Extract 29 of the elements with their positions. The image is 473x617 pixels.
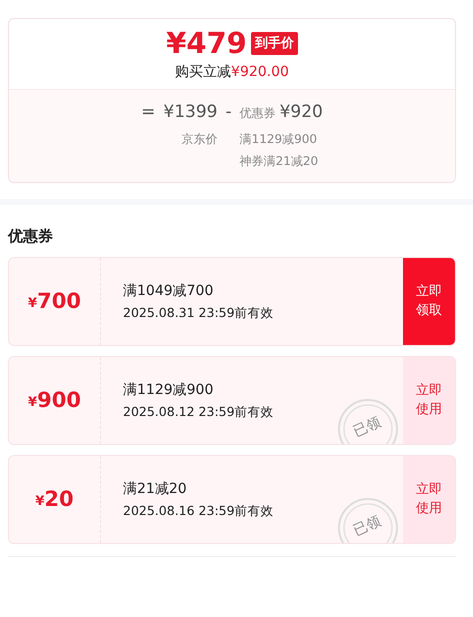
equals-sign: = — [141, 101, 156, 124]
original-price: ¥1399 — [163, 101, 218, 124]
claimed-stamp: 已领 — [337, 497, 399, 543]
coupon-label: 优惠券 — [240, 104, 276, 122]
use-button[interactable]: 立即使用 — [403, 456, 455, 543]
coupon-expiry: 2025.08.16 23:59前有效 — [123, 502, 274, 520]
coupon-amount: 20 — [44, 486, 74, 513]
coupon-detail: 满1129减900 — [240, 130, 318, 148]
coupon-title: 满1129减900 — [123, 380, 214, 400]
coupon-expiry: 2025.08.12 23:59前有效 — [123, 402, 274, 421]
claim-button[interactable]: 立即领取 — [403, 258, 455, 345]
price-tag: 到手价 — [250, 32, 298, 56]
use-button[interactable]: 立即使用 — [403, 357, 455, 444]
coupon-total: ¥920 — [280, 101, 323, 124]
coupon-amount: 900 — [37, 386, 81, 414]
coupon-amount: 700 — [37, 288, 81, 315]
currency-symbol: ¥ — [35, 493, 44, 512]
coupon-title: 满1049减700 — [123, 282, 214, 301]
currency-symbol: ¥ — [28, 394, 38, 412]
saving-text: 购买立减¥920.00 — [174, 63, 290, 82]
coupon-expiry: 2025.08.31 23:59前有效 — [123, 304, 274, 322]
coupon-title: 满21减20 — [123, 480, 187, 499]
price-label: 京东价 — [181, 130, 218, 148]
section-title: 优惠券 — [8, 226, 54, 246]
minus-sign: - — [225, 101, 232, 124]
claimed-stamp: 已领 — [337, 398, 399, 444]
final-price: ¥479 — [166, 29, 247, 58]
currency-symbol: ¥ — [28, 295, 38, 314]
coupon-detail: 神券满21减20 — [240, 152, 320, 170]
